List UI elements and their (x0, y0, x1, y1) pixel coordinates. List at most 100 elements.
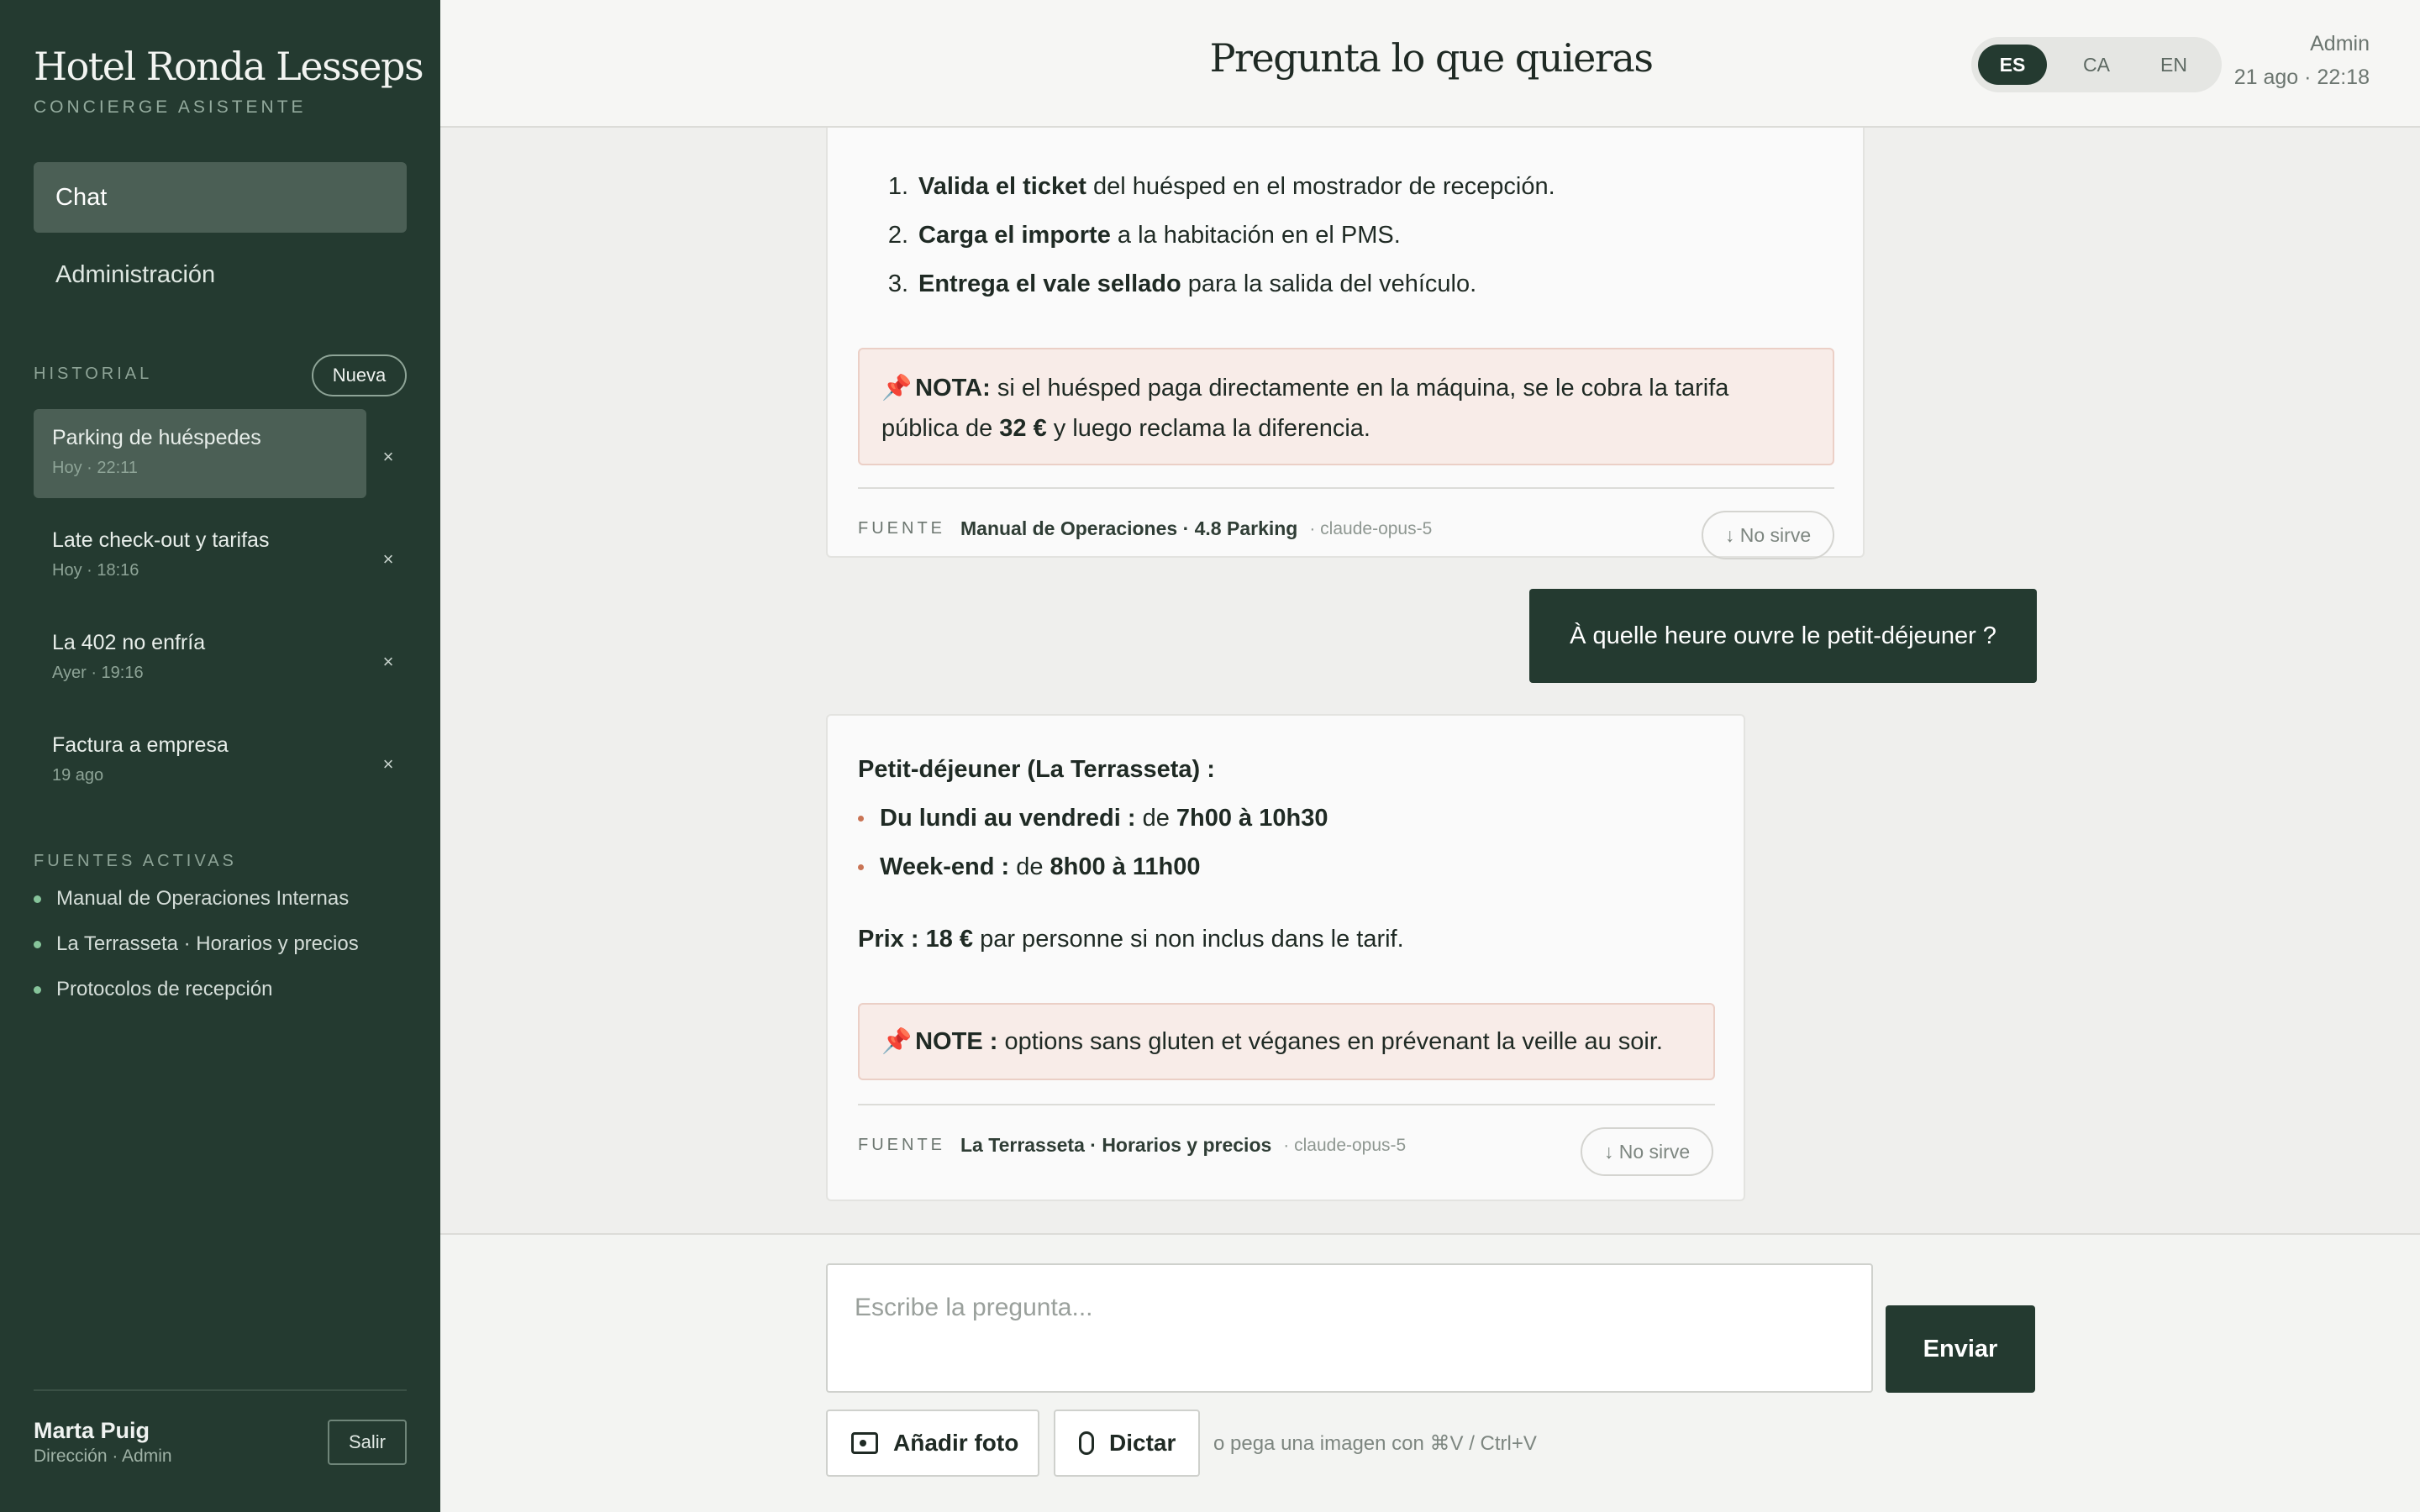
chat-thread[interactable]: 1. Valida el ticket del huésped en el mos… (440, 128, 2420, 1233)
status-dot-icon (34, 985, 41, 994)
close-icon[interactable]: × (380, 549, 397, 570)
dictate-button[interactable]: Dictar (1054, 1410, 1200, 1477)
source-row: FUENTE La Terrasseta · Horarios y precio… (858, 1134, 1406, 1157)
item-text: de (1009, 853, 1050, 880)
history-item-title: La 402 no enfría (52, 631, 206, 654)
history-item-time: Hoy · 18:16 (52, 561, 139, 580)
list-item: 1. Valida el ticket del huésped en el mos… (871, 173, 1555, 201)
header: Pregunta lo que quieras ES CA EN Admin 2… (440, 0, 2420, 128)
note-callout: 📌 NOTE : options sans gluten et véganes e… (858, 1003, 1715, 1080)
list-number: 1. (887, 173, 908, 200)
page-title: Pregunta lo que quieras (1209, 35, 1654, 81)
brand-subtitle: CONCIERGE ASISTENTE (34, 97, 307, 117)
step-bold: Carga el importe (918, 222, 1111, 249)
model-label: · claude-opus-5 (1309, 518, 1433, 538)
photo-icon (851, 1432, 878, 1454)
step-text: a la habitación en el PMS. (1110, 222, 1401, 249)
add-photo-label: Añadir foto (893, 1430, 1019, 1456)
source-name: Manual de Operaciones · 4.8 Parking (960, 517, 1298, 539)
list-item: Week-end : de 8h00 à 11h00 (858, 853, 1201, 881)
divider (858, 1104, 1715, 1105)
list-item: 3. Entrega el vale sellado para la salida… (871, 270, 1476, 298)
history-item[interactable]: Parking de huéspedes Hoy · 22:11 (34, 409, 366, 498)
active-sources-label: FUENTES ACTIVAS (34, 852, 237, 870)
message-heading: Petit-déjeuner (La Terrasseta) : (858, 756, 1215, 784)
item-bold: Du lundi au vendredi : (880, 805, 1136, 832)
source-item: Protocolos de recepción (34, 978, 272, 1001)
list-item: 2. Carga el importe a la habitación en el… (871, 222, 1401, 249)
item-bold: Week-end : (880, 853, 1010, 880)
logout-button[interactable]: Salir (328, 1420, 407, 1465)
sidebar: Hotel Ronda Lesseps CONCIERGE ASISTENTE … (0, 0, 440, 1512)
status-dot-icon (34, 895, 41, 903)
close-icon[interactable]: × (380, 753, 397, 774)
new-chat-button[interactable]: Nueva (312, 354, 407, 396)
step-text: del huésped en el mostrador de recepción… (1086, 173, 1555, 200)
not-helpful-button[interactable]: ↓ No sirve (1581, 1127, 1713, 1176)
history-item[interactable]: Late check-out y tarifas Hoy · 18:16 (34, 512, 366, 601)
note-text: pública de (881, 415, 1000, 442)
close-icon[interactable]: × (380, 446, 397, 467)
assistant-message: 1. Valida el ticket del huésped en el mos… (826, 128, 1865, 559)
note-text: y luego reclama la diferencia. (1046, 415, 1370, 442)
brand-title: Hotel Ronda Lesseps (34, 44, 424, 89)
bullet-icon (858, 864, 864, 870)
price-bold: Prix : 18 € (858, 926, 974, 953)
heading-bold: Petit-déjeuner (La Terrasseta) : (858, 756, 1215, 783)
list-number: 2. (887, 222, 908, 249)
datetime-label: 21 ago · 22:18 (2233, 66, 2370, 89)
item-bold: 7h00 à 10h30 (1176, 805, 1328, 832)
history-item[interactable]: La 402 no enfría Ayer · 19:16 (34, 614, 366, 703)
role-label: Admin (2310, 32, 2370, 55)
nav-item-chat[interactable]: Chat (34, 162, 407, 233)
add-photo-button[interactable]: Añadir foto (826, 1410, 1039, 1477)
source-item: La Terrasseta · Horarios y precios (34, 932, 359, 956)
close-icon[interactable]: × (380, 651, 397, 672)
history-item-time: Ayer · 19:16 (52, 664, 144, 682)
note-amount: 32 € (999, 415, 1047, 442)
item-text: de (1135, 805, 1176, 832)
source-key: FUENTE (858, 1136, 945, 1154)
user-name: Marta Puig (34, 1418, 150, 1443)
source-key: FUENTE (858, 519, 945, 538)
lang-button-en[interactable]: EN (2139, 45, 2208, 85)
bullet-icon (858, 816, 864, 822)
source-item-label: La Terrasseta · Horarios y precios (56, 932, 359, 955)
price-paragraph: Prix : 18 € par personne si non inclus d… (858, 926, 1404, 953)
history-item-title: Parking de huéspedes (52, 426, 261, 449)
status-dot-icon (34, 940, 41, 948)
source-item: Manual de Operaciones Internas (34, 887, 349, 911)
nav-item-administracion[interactable]: Administración (34, 239, 407, 310)
source-item-label: Protocolos de recepción (56, 978, 273, 1000)
history-item-title: Factura a empresa (52, 733, 229, 757)
model-label: · claude-opus-5 (1283, 1135, 1407, 1155)
pin-icon: 📌 (881, 1028, 913, 1055)
question-input[interactable]: Escribe la pregunta... (826, 1263, 1873, 1393)
history-item-title: Late check-out y tarifas (52, 528, 270, 552)
note-text: si el huésped paga directamente en la má… (990, 375, 1729, 402)
note-callout: 📌 NOTA: si el huésped paga directamente e… (858, 348, 1834, 465)
note-label: NOTE : (915, 1027, 998, 1055)
paste-hint: o pega una imagen con ⌘V / Ctrl+V (1213, 1432, 1537, 1455)
step-bold: Valida el ticket (918, 173, 1086, 200)
history-item[interactable]: Factura a empresa 19 ago (34, 717, 366, 806)
microphone-icon (1079, 1431, 1094, 1455)
composer: Escribe la pregunta... Enviar Añadir fot… (440, 1233, 2420, 1512)
list-number: 3. (887, 270, 908, 297)
item-bold: 8h00 à 11h00 (1050, 853, 1201, 880)
lang-button-ca[interactable]: CA (2062, 45, 2131, 85)
note-label: NOTA: (915, 375, 991, 402)
not-helpful-button[interactable]: ↓ No sirve (1702, 511, 1834, 559)
step-bold: Entrega el vale sellado (918, 270, 1181, 297)
send-button[interactable]: Enviar (1886, 1305, 2035, 1393)
history-item-time: Hoy · 22:11 (52, 459, 138, 477)
history-item-time: 19 ago (52, 766, 104, 785)
source-item-label: Manual de Operaciones Internas (56, 887, 350, 910)
lang-button-es[interactable]: ES (1978, 45, 2047, 85)
assistant-message: Petit-déjeuner (La Terrasseta) : Du lund… (826, 714, 1745, 1201)
user-role: Dirección · Admin (34, 1446, 172, 1466)
language-switcher: ES CA EN (1971, 37, 2222, 92)
list-item: Du lundi au vendredi : de 7h00 à 10h30 (858, 805, 1328, 832)
step-text: para la salida del vehículo. (1181, 270, 1477, 297)
user-message: À quelle heure ouvre le petit-déjeuner ? (1529, 589, 2037, 683)
